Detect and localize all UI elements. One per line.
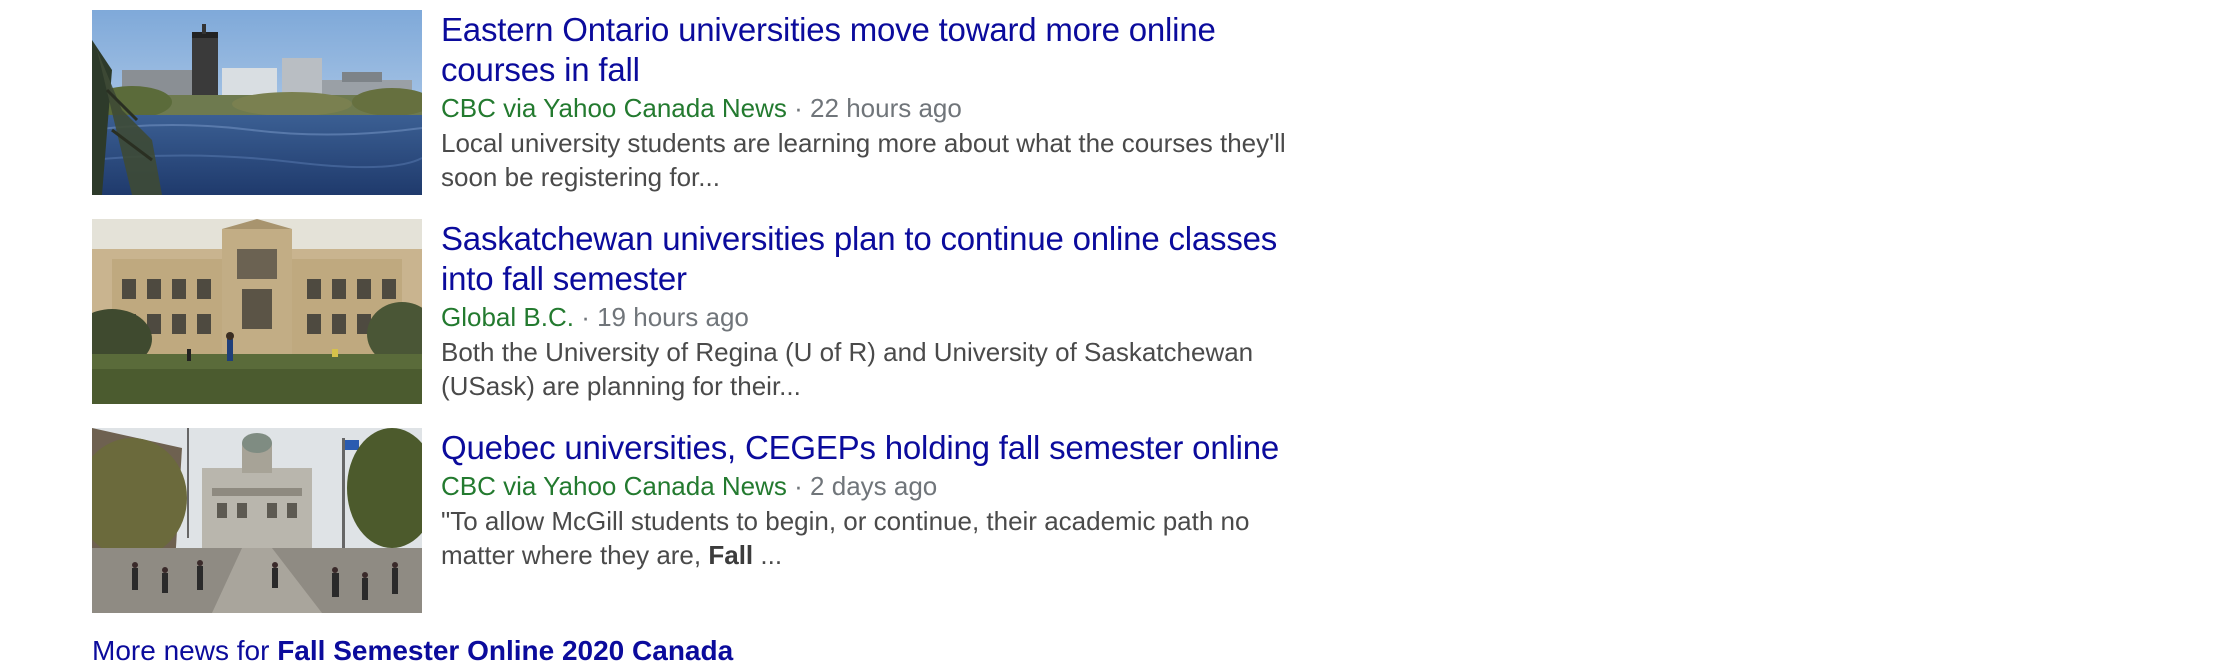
news-meta: CBC via Yahoo Canada News · 22 hours ago (441, 91, 1301, 125)
thumbnail-image (92, 219, 422, 404)
news-timestamp: 19 hours ago (597, 302, 749, 332)
news-thumbnail-mcgill-campus[interactable] (92, 428, 422, 613)
meta-separator: · (581, 302, 590, 332)
news-headline[interactable]: Eastern Ontario universities move toward… (441, 10, 1301, 90)
more-news-link[interactable]: More news for Fall Semester Online 2020 … (92, 633, 733, 669)
news-source: CBC via Yahoo Canada News (441, 93, 787, 123)
news-headline[interactable]: Saskatchewan universities plan to contin… (441, 219, 1301, 299)
snippet-tail: ... (760, 540, 783, 570)
news-thumbnail-ottawa-campus[interactable] (92, 10, 422, 195)
news-item: Quebec universities, CEGEPs holding fall… (92, 428, 1292, 613)
news-meta: Global B.C. · 19 hours ago (441, 300, 1301, 334)
snippet-text: "To allow McGill students to begin, or c… (441, 506, 1250, 570)
more-news-prefix: More news for (92, 635, 270, 666)
news-snippet: Local university students are learning m… (441, 126, 1301, 194)
news-timestamp: 2 days ago (810, 471, 938, 501)
snippet-highlight: Fall (708, 540, 754, 570)
more-news-query: Fall Semester Online 2020 Canada (277, 635, 734, 666)
news-source: CBC via Yahoo Canada News (441, 471, 787, 501)
thumbnail-image (92, 10, 422, 195)
news-content: Quebec universities, CEGEPs holding fall… (441, 428, 1301, 572)
news-headline[interactable]: Quebec universities, CEGEPs holding fall… (441, 428, 1301, 468)
news-snippet: Both the University of Regina (U of R) a… (441, 335, 1301, 403)
meta-separator: · (794, 93, 803, 123)
top-stories-list: Eastern Ontario universities move toward… (92, 10, 1292, 637)
news-content: Eastern Ontario universities move toward… (441, 10, 1301, 194)
news-meta: CBC via Yahoo Canada News · 2 days ago (441, 469, 1301, 503)
thumbnail-image (92, 428, 422, 613)
snippet-text: Both the University of Regina (U of R) a… (441, 337, 1254, 401)
meta-separator: · (794, 471, 803, 501)
snippet-text: Local university students are learning m… (441, 128, 1286, 192)
news-item: Saskatchewan universities plan to contin… (92, 219, 1292, 404)
news-snippet: "To allow McGill students to begin, or c… (441, 504, 1301, 572)
news-thumbnail-saskatchewan-building[interactable] (92, 219, 422, 404)
news-source: Global B.C. (441, 302, 574, 332)
news-item: Eastern Ontario universities move toward… (92, 10, 1292, 195)
news-content: Saskatchewan universities plan to contin… (441, 219, 1301, 403)
news-timestamp: 22 hours ago (810, 93, 962, 123)
